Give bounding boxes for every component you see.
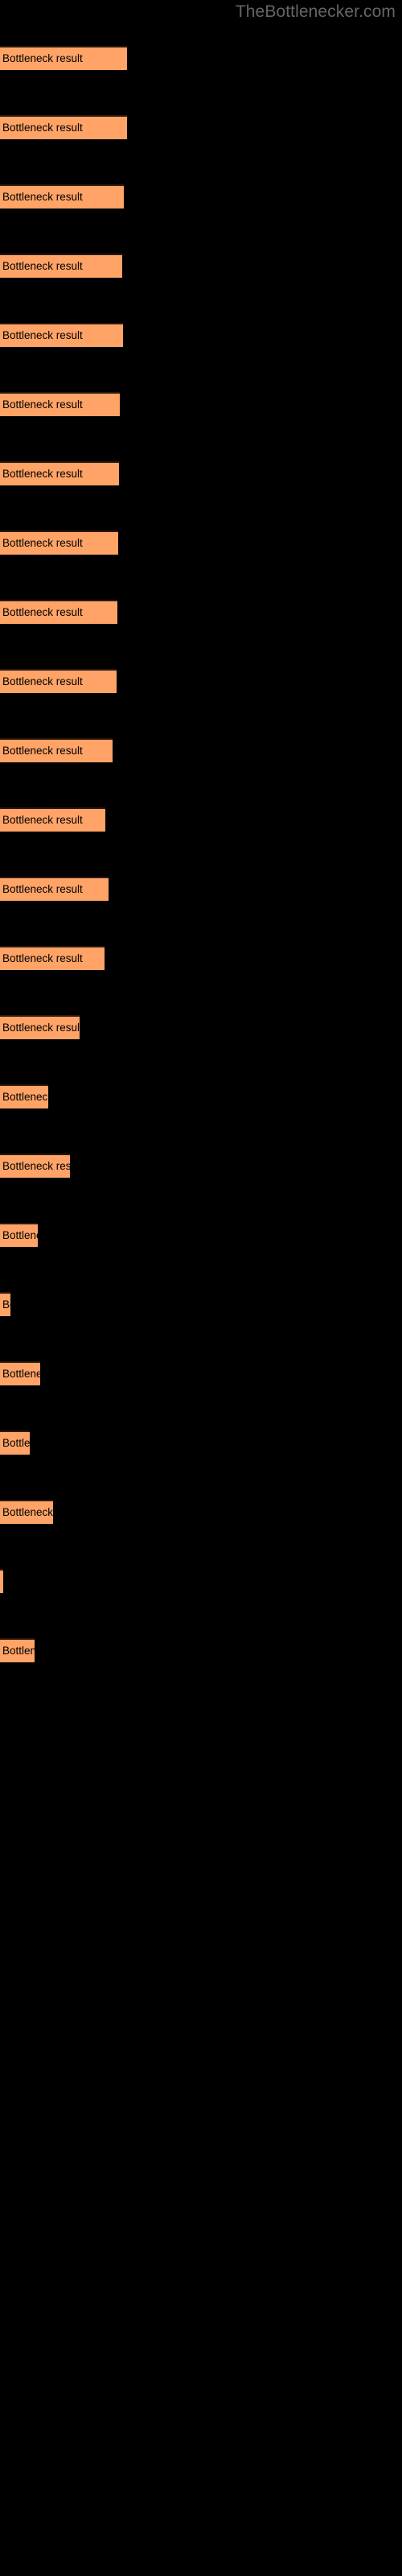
- bar-clip: Bottleneck result: [0, 738, 113, 763]
- bar-clip: Bottleneck result: [0, 1292, 10, 1317]
- bar: Bottleneck result: [0, 1430, 30, 1455]
- bar-clip: Bottleneck result: [0, 46, 127, 71]
- bar: Bottleneck result: [0, 1361, 40, 1386]
- bar: Bottleneck result: [0, 1154, 70, 1179]
- bar-label: Bottleneck result: [2, 1506, 53, 1518]
- bar: Bottleneck result: [0, 1015, 80, 1040]
- bar: Bottleneck result: [0, 1084, 48, 1109]
- bar-label: Bottleneck result: [2, 537, 83, 549]
- bar-clip: Bottleneck result: [0, 877, 109, 902]
- bar-label: Bottleneck result: [2, 468, 83, 480]
- bar: Bottleneck result: [0, 946, 105, 971]
- bar-label: Bottleneck result: [2, 1645, 35, 1657]
- bar: Bottleneck result: [0, 669, 117, 694]
- bottleneck-chart: TheBottlenecker.com Bottleneck result Bot…: [0, 0, 402, 2576]
- bar-label: Bottleneck result: [2, 883, 83, 895]
- bar-label: Bottleneck result: [2, 191, 83, 203]
- bar-label: Bottleneck result: [2, 606, 83, 618]
- bar-clip: Bottleneck result: [0, 254, 122, 279]
- bar: Bottleneck result: [0, 530, 118, 555]
- bar-clip: Bottleneck result: [0, 669, 117, 694]
- bar-clip: Bottleneck result: [0, 115, 127, 140]
- bar-clip: Bottleneck result: [0, 1015, 80, 1040]
- bar: Bottleneck result: [0, 1569, 3, 1594]
- bar-clip: Bottleneck result: [0, 1500, 53, 1525]
- bar-label: Bottleneck result: [2, 1368, 40, 1380]
- bar: Bottleneck result: [0, 392, 120, 417]
- bar: Bottleneck result: [0, 46, 127, 71]
- bar-label: Bottleneck result: [2, 1022, 80, 1034]
- bar-label: Bottleneck result: [2, 952, 83, 964]
- bar-clip: Bottleneck result: [0, 392, 120, 417]
- bar-clip: Bottleneck result: [0, 530, 118, 555]
- bar-label: Bottleneck result: [2, 814, 83, 826]
- bar: Bottleneck result: [0, 461, 119, 486]
- bar-label: Bottleneck result: [2, 1575, 3, 1588]
- bar: Bottleneck result: [0, 323, 123, 348]
- bar: Bottleneck result: [0, 1500, 53, 1525]
- bar-clip: Bottleneck result: [0, 1569, 3, 1594]
- bar-label: Bottleneck result: [2, 1437, 30, 1449]
- bar-clip: Bottleneck result: [0, 1223, 38, 1248]
- bar: Bottleneck result: [0, 807, 105, 832]
- bar-label: Bottleneck result: [2, 675, 83, 687]
- bar-label: Bottleneck result: [2, 52, 83, 64]
- bar: Bottleneck result: [0, 184, 124, 209]
- bar-clip: Bottleneck result: [0, 323, 123, 348]
- bar: Bottleneck result: [0, 600, 117, 625]
- bar: Bottleneck result: [0, 115, 127, 140]
- bar-clip: Bottleneck result: [0, 1154, 70, 1179]
- chart-plot-area: Bottleneck result Bottleneck result Bottle…: [0, 0, 402, 2576]
- bar-clip: Bottleneck result: [0, 461, 119, 486]
- bar-clip: Bottleneck result: [0, 1638, 35, 1663]
- bar: Bottleneck result: [0, 1292, 10, 1317]
- bar-label: Bottleneck result: [2, 398, 83, 411]
- bar: Bottleneck result: [0, 254, 122, 279]
- bar-label: Bottleneck result: [2, 1229, 38, 1241]
- bar-clip: Bottleneck result: [0, 946, 105, 971]
- bar-label: Bottleneck result: [2, 122, 83, 134]
- bar-clip: Bottleneck result: [0, 184, 124, 209]
- bar: Bottleneck result: [0, 877, 109, 902]
- bar-clip: Bottleneck result: [0, 1430, 30, 1455]
- bar-label: Bottleneck result: [2, 329, 83, 341]
- bar-label: Bottleneck result: [2, 1091, 48, 1103]
- bar-label: Bottleneck result: [2, 745, 83, 757]
- bar-label: Bottleneck result: [2, 1160, 70, 1172]
- bar-clip: Bottleneck result: [0, 1084, 48, 1109]
- bar-clip: Bottleneck result: [0, 600, 117, 625]
- bar-label: Bottleneck result: [2, 260, 83, 272]
- bar-label: Bottleneck result: [2, 1298, 10, 1311]
- bar: Bottleneck result: [0, 738, 113, 763]
- bar-clip: Bottleneck result: [0, 807, 105, 832]
- bar: Bottleneck result: [0, 1638, 35, 1663]
- bar-clip: Bottleneck result: [0, 1361, 40, 1386]
- bar: Bottleneck result: [0, 1223, 38, 1248]
